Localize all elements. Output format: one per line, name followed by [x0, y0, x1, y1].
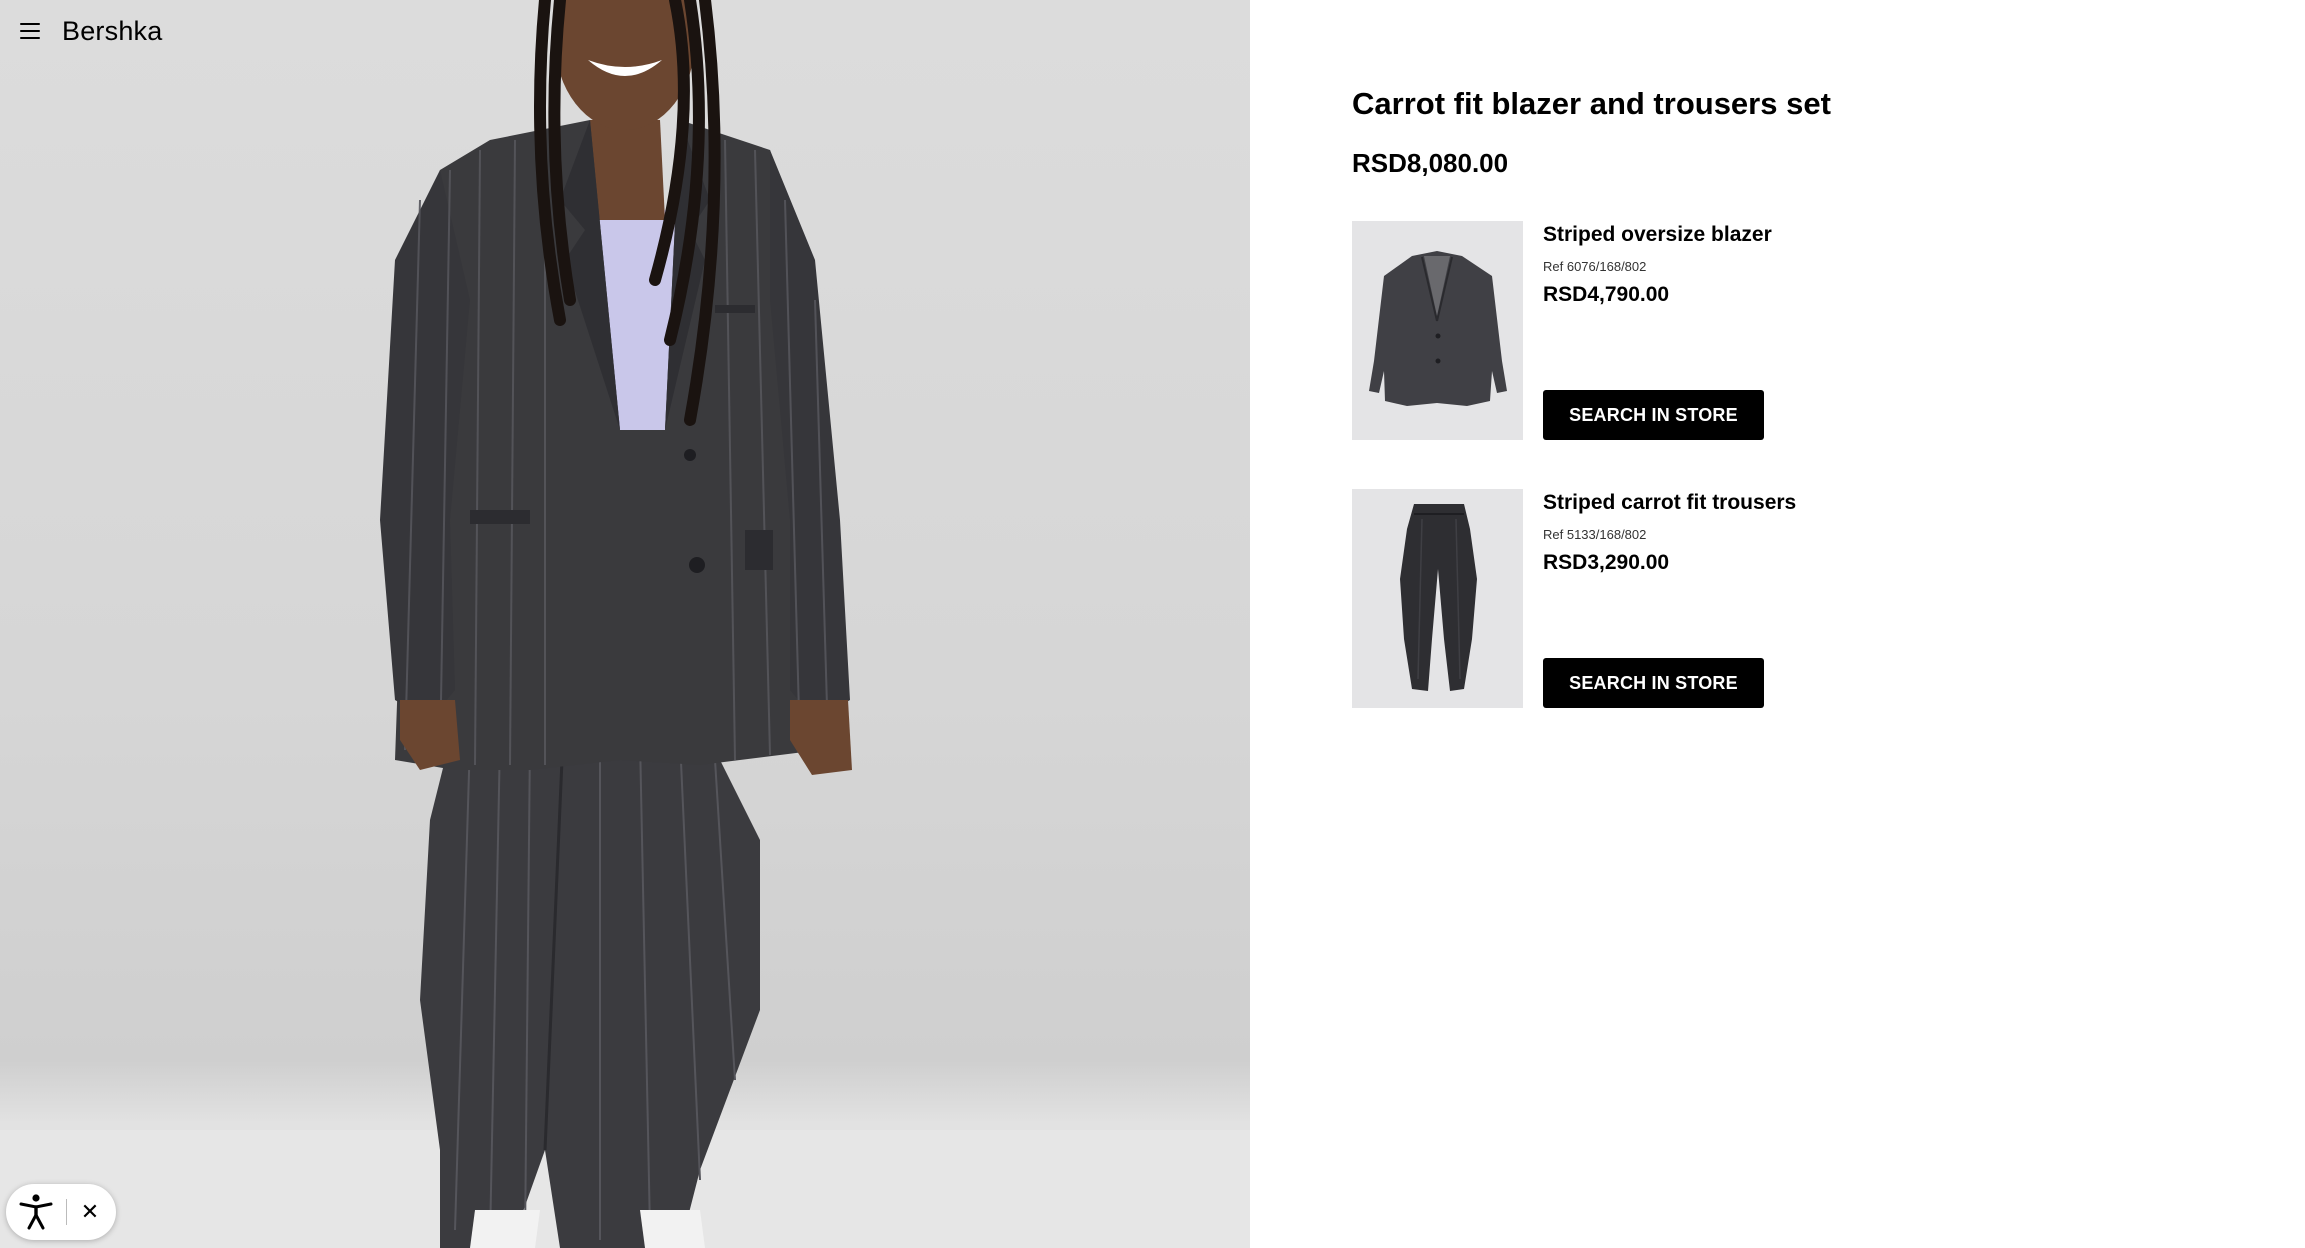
- search-in-store-button[interactable]: SEARCH IN STORE: [1543, 658, 1764, 708]
- item-reference: Ref 6076/168/802: [1543, 259, 1647, 274]
- accessibility-icon[interactable]: [6, 1184, 66, 1240]
- accessibility-widget: ✕: [6, 1184, 116, 1240]
- product-title: Carrot fit blazer and trousers set: [1352, 86, 1831, 121]
- hamburger-menu-icon[interactable]: [20, 23, 40, 39]
- trousers-thumbnail[interactable]: [1352, 489, 1523, 708]
- blazer-thumbnail[interactable]: [1352, 221, 1523, 440]
- item-reference: Ref 5133/168/802: [1543, 527, 1647, 542]
- item-price: RSD3,290.00: [1543, 551, 1670, 574]
- item-price: RSD4,790.00: [1543, 283, 1670, 306]
- hero-product-image: [0, 0, 1250, 1248]
- search-in-store-button[interactable]: SEARCH IN STORE: [1543, 390, 1764, 440]
- close-icon[interactable]: ✕: [67, 1184, 113, 1240]
- product-set-price: RSD8,080.00: [1352, 148, 1509, 178]
- top-navigation-bar: Bershka: [0, 0, 400, 62]
- brand-logo[interactable]: Bershka: [62, 16, 162, 47]
- set-item-trousers: Striped carrot fit trousers Ref 5133/168…: [1352, 489, 1952, 709]
- item-name[interactable]: Striped oversize blazer: [1543, 223, 1772, 247]
- item-name[interactable]: Striped carrot fit trousers: [1543, 491, 1796, 515]
- set-item-blazer: Striped oversize blazer Ref 6076/168/802…: [1352, 221, 1952, 441]
- model-illustration: [0, 0, 1250, 1248]
